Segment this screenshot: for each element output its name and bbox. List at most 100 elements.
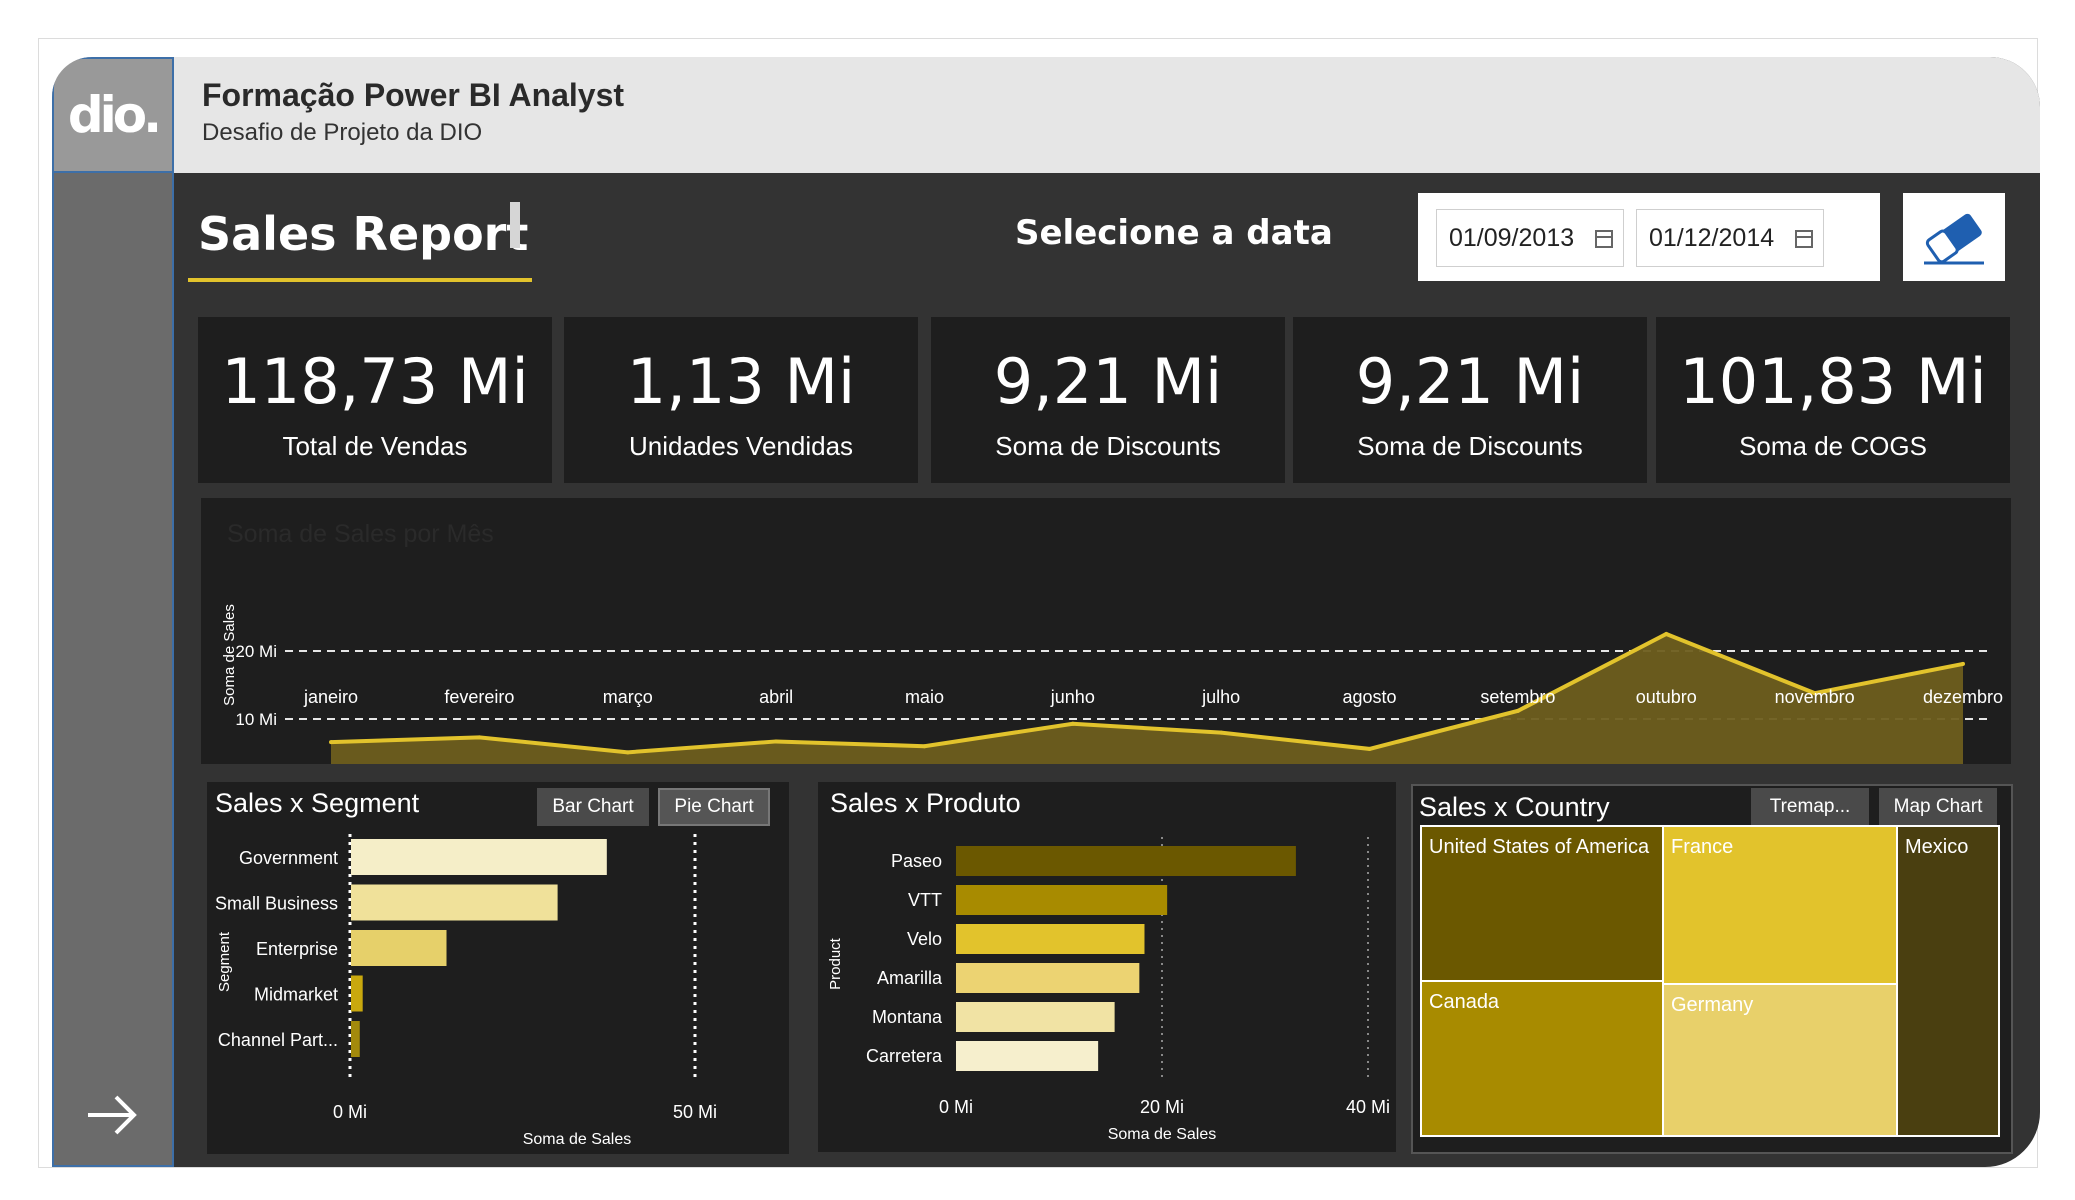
kpi-label: Total de Vendas [282, 431, 468, 461]
data-point [1664, 632, 1669, 636]
kpi-card-discounts-2: 9,21 Mi Soma de Discounts [1293, 317, 1647, 483]
sales-country-chart: Sales x Country Tremap... Map Chart Unit… [1411, 784, 2013, 1154]
x-tick-label: outubro [1636, 687, 1697, 707]
report-title: Sales Report [198, 207, 529, 261]
data-point [329, 740, 333, 745]
treemap-tile [1896, 825, 2000, 1137]
logo-text: dio. [67, 86, 162, 144]
bar [351, 839, 607, 875]
area-chart-svg: 10 Mi 20 MiSoma de Sales janeiro fevereiro m… [221, 604, 2003, 764]
header-bar: Formação Power BI Analyst Desafio de Pro… [52, 57, 2040, 173]
tile-label: United States of America [1429, 836, 1650, 858]
end-date-value: 01/12/2014 [1649, 223, 1775, 252]
x-tick-label: maio [905, 687, 944, 707]
y-tick-label: Enterprise [256, 939, 338, 959]
sales-by-month-chart: Soma de Sales por Mês 10 Mi 20 Mi Soma de … [201, 498, 2011, 764]
kpi-value: 9,21 Mi [993, 345, 1223, 418]
bar [956, 1002, 1115, 1032]
kpi-label: Soma de COGS [1739, 431, 1927, 461]
title-cursor-bar [510, 202, 520, 248]
y-tick-label: 20 Mi [235, 642, 277, 661]
y-axis-label: Segment [216, 931, 233, 992]
sidebar [52, 173, 174, 1167]
x-tick-label: julho [1201, 687, 1240, 707]
tile-label: France [1671, 836, 1733, 858]
bar [351, 1021, 360, 1057]
data-point [774, 739, 779, 744]
eraser-icon [1924, 213, 1984, 265]
y-tick-label: Paseo [891, 851, 942, 871]
x-tick-label: 0 Mi [939, 1097, 973, 1117]
x-tick-label: junho [1050, 687, 1095, 707]
data-point [1219, 730, 1224, 735]
calendar-icon[interactable] [1795, 230, 1813, 248]
kpi-card-cogs: 101,83 Mi Soma de COGS [1656, 317, 2010, 483]
dio-logo: dio. [52, 57, 174, 173]
x-tick-label: agosto [1343, 687, 1397, 707]
x-tick-label: janeiro [303, 687, 358, 707]
kpi-value: 1,13 Mi [626, 345, 856, 418]
product-bar-svg: Paseo VTT Velo Amarilla Montana Carretera 0 Mi… [827, 837, 1390, 1143]
data-point [477, 735, 482, 740]
y-tick-label: Small Business [215, 894, 338, 914]
data-point [1515, 708, 1520, 713]
title-underline [188, 278, 532, 282]
bar [956, 846, 1296, 876]
sales-segment-chart: Sales x Segment Bar Chart Pie Chart Gove… [207, 782, 789, 1154]
clear-filters-button[interactable] [1903, 193, 2005, 281]
bar [351, 930, 447, 966]
bar [351, 975, 363, 1012]
bar [956, 885, 1168, 915]
y-tick-label: Montana [872, 1007, 943, 1027]
y-axis-label: Soma de Sales [221, 604, 238, 706]
kpi-value: 101,83 Mi [1679, 345, 1987, 418]
kpi-label: Soma de Discounts [995, 431, 1221, 461]
arrow-right-icon[interactable] [82, 1085, 142, 1145]
kpi-value: 118,73 Mi [221, 345, 529, 418]
tile-label: Canada [1429, 991, 1500, 1013]
kpi-label: Unidades Vendidas [628, 431, 854, 461]
end-date-input[interactable]: 01/12/2014 [1636, 209, 1824, 267]
app-title: Formação Power BI Analyst [202, 77, 625, 113]
x-tick-label: 0 Mi [333, 1102, 367, 1122]
sales-product-chart: Sales x Produto Paseo VTT Velo Amarilla Mont… [818, 782, 1396, 1152]
kpi-card-total-vendas: 118,73 Mi Total de Vendas [198, 317, 552, 483]
calendar-icon[interactable] [1595, 230, 1613, 248]
start-date-input[interactable]: 01/09/2013 [1436, 209, 1624, 267]
y-tick-label: Carretera [866, 1046, 943, 1066]
date-label: Selecione a data [1015, 213, 1333, 253]
start-date-value: 01/09/2013 [1449, 223, 1575, 252]
y-tick-label: Velo [907, 929, 942, 949]
country-treemap-svg: United States of America Canada France Germ… [1420, 825, 2000, 1137]
data-point [1367, 746, 1372, 751]
kpi-value: 9,21 Mi [1355, 345, 1585, 418]
kpi-label: Soma de Discounts [1357, 431, 1583, 461]
kpi-card-discounts: 9,21 Mi Soma de Discounts [931, 317, 1285, 483]
y-tick-label: Amarilla [877, 968, 943, 988]
tile-label: Germany [1671, 994, 1753, 1016]
report-canvas: Formação Power BI Analyst Desafio de Pro… [52, 57, 2040, 1167]
y-tick-label: VTT [908, 890, 942, 910]
x-axis-label: Soma de Sales [1108, 1126, 1217, 1143]
x-tick-label: 20 Mi [1140, 1097, 1184, 1117]
bar [956, 963, 1140, 993]
bar [956, 1041, 1099, 1071]
x-axis-label: Soma de Sales [523, 1131, 632, 1148]
x-tick-label: setembro [1480, 687, 1555, 707]
y-tick-label: Government [239, 848, 338, 868]
x-tick-label: 40 Mi [1346, 1097, 1390, 1117]
x-tick-label: novembro [1775, 687, 1855, 707]
y-tick-label: 10 Mi [235, 710, 277, 729]
x-tick-label: abril [759, 687, 793, 707]
date-slicer: 01/09/2013 01/12/2014 [1418, 193, 1880, 281]
x-tick-label: 50 Mi [673, 1102, 717, 1122]
data-point [922, 744, 927, 749]
x-tick-label: fevereiro [444, 687, 514, 707]
data-point [1070, 721, 1075, 726]
bar [956, 924, 1145, 954]
x-tick-label: dezembro [1923, 687, 2003, 707]
y-tick-label: Channel Part... [218, 1030, 338, 1050]
x-tick-label: março [603, 687, 653, 707]
y-axis-label: Product [827, 937, 844, 990]
y-tick-label: Midmarket [254, 985, 338, 1005]
